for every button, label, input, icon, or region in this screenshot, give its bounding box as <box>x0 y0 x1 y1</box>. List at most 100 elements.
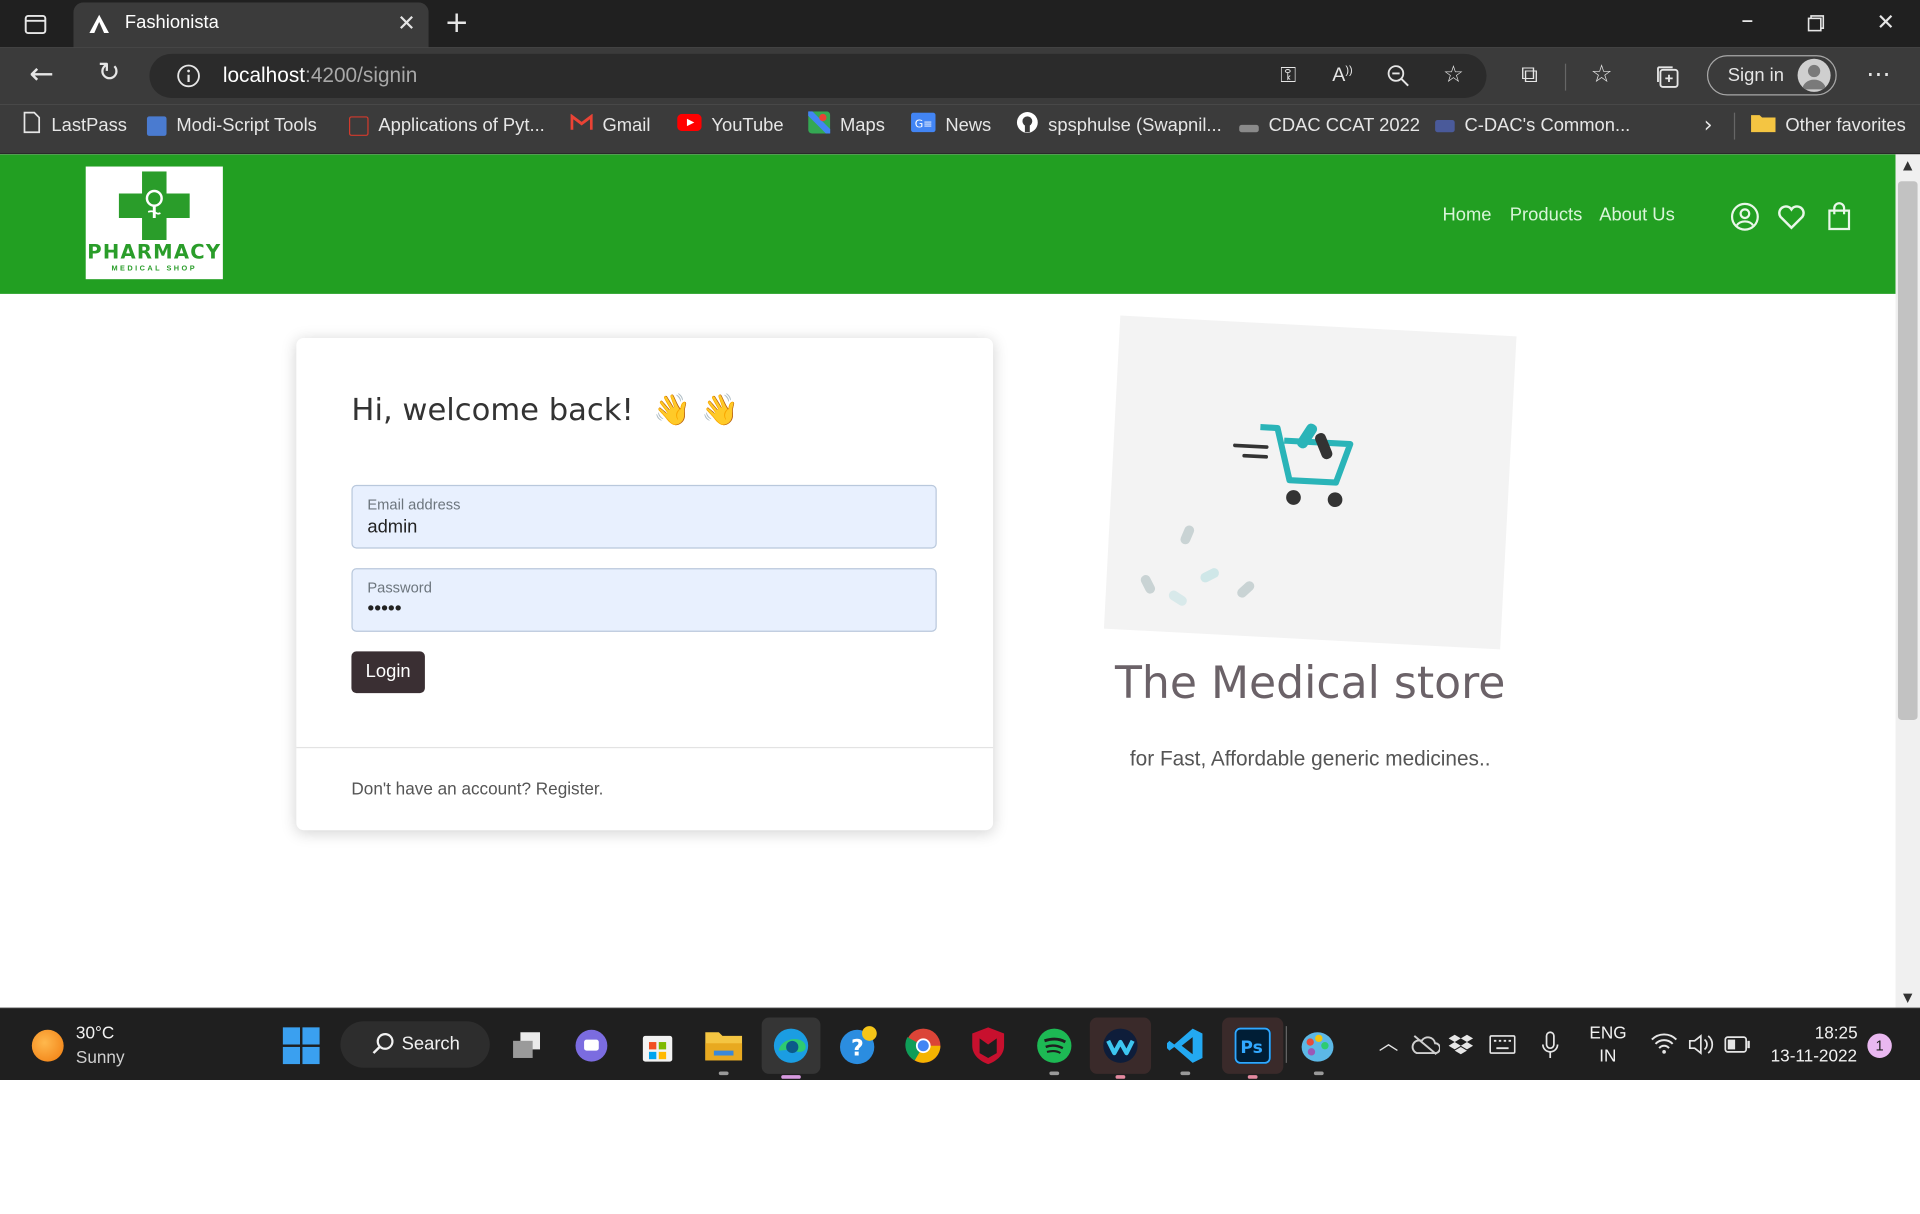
address-bar[interactable]: localhost:4200/signin ⚿ A)) ☆ <box>149 53 1487 98</box>
zoom-out-icon[interactable] <box>1386 64 1410 88</box>
favorite-maps[interactable]: Maps <box>806 108 885 140</box>
favorite-label: LastPass <box>51 115 127 136</box>
tab-title: Fashionista <box>124 12 219 34</box>
spotify-icon[interactable] <box>1030 1021 1079 1076</box>
new-tab-icon[interactable]: + <box>443 7 470 36</box>
tab-actions-icon[interactable] <box>23 12 47 40</box>
taskbar-divider <box>1285 1026 1287 1063</box>
shopping-cart-icon <box>1233 423 1354 508</box>
taskbar-search[interactable]: Search <box>340 1021 490 1068</box>
site-navbar: PHARMACY MEDICAL SHOP Home Products Abou… <box>0 154 1896 294</box>
close-window-icon[interactable]: ✕ <box>1873 10 1897 35</box>
edge-icon[interactable] <box>761 1017 821 1079</box>
pills-icon <box>1140 525 1255 606</box>
read-aloud-icon[interactable]: A)) <box>1332 64 1352 88</box>
refresh-icon[interactable]: ↻ <box>94 59 123 86</box>
toolbar-divider <box>1564 63 1567 91</box>
notification-badge[interactable]: 1 <box>1867 1033 1892 1058</box>
scroll-thumb[interactable] <box>1897 181 1918 721</box>
profile-sign-in-button[interactable]: Sign in <box>1706 55 1837 96</box>
scroll-up-icon[interactable]: ▲ <box>1900 154 1915 178</box>
task-view-icon[interactable] <box>502 1021 551 1070</box>
other-favorites-label: Other favorites <box>1785 115 1906 136</box>
weather-desc[interactable]: Sunny <box>76 1047 125 1067</box>
weather-temp[interactable]: 30°C <box>76 1022 114 1042</box>
favorites-divider <box>1733 112 1736 140</box>
chat-icon[interactable] <box>567 1021 616 1070</box>
site-info-icon[interactable] <box>176 64 200 88</box>
favorite-youtube[interactable]: YouTube <box>677 113 784 140</box>
card-divider <box>296 746 994 749</box>
favorite-gmail[interactable]: Gmail <box>570 113 651 140</box>
windows-start-icon[interactable] <box>282 1026 321 1065</box>
shopping-bag-icon[interactable] <box>1823 201 1855 233</box>
youtube-icon <box>677 113 702 140</box>
heart-icon[interactable] <box>1776 201 1808 233</box>
keyboard-icon[interactable] <box>1489 1035 1516 1055</box>
onedrive-icon[interactable] <box>1411 1033 1441 1056</box>
favorite-lastpass[interactable]: LastPass <box>22 111 127 140</box>
blank-area <box>0 1080 1920 1214</box>
favorite-applications-python[interactable]: Applications of Pyt... <box>348 113 545 140</box>
page-scrollbar[interactable]: ▲ ▼ <box>1895 154 1920 1008</box>
mcafee-icon[interactable] <box>964 1021 1013 1070</box>
close-tab-icon[interactable]: ✕ <box>394 12 418 36</box>
favorite-cdac-ccat[interactable]: CDAC CCAT 2022 <box>1239 113 1420 140</box>
microphone-icon[interactable] <box>1540 1031 1560 1060</box>
battery-icon[interactable] <box>1724 1036 1751 1053</box>
email-field[interactable]: Email address admin <box>351 484 937 549</box>
collections-icon[interactable] <box>1654 64 1681 91</box>
minimize-icon[interactable]: – <box>1734 7 1761 31</box>
promo-title: The Medical store <box>1115 658 1506 709</box>
waving-hand-icon: 👋 👋 <box>653 391 740 428</box>
chevron-up-icon[interactable]: ︿ <box>1376 1031 1400 1055</box>
favorites-icon[interactable]: ☆ <box>1587 61 1616 85</box>
language-eng[interactable]: ENG <box>1589 1022 1626 1042</box>
favorite-github[interactable]: spsphulse (Swapnil... <box>1016 111 1222 140</box>
help-icon[interactable]: ? <box>834 1021 883 1070</box>
active-indicator <box>781 1075 801 1079</box>
language-in[interactable]: IN <box>1599 1046 1616 1066</box>
browser-tab[interactable]: Fashionista ✕ <box>73 2 429 48</box>
dropbox-icon[interactable] <box>1448 1032 1474 1056</box>
chrome-icon[interactable] <box>899 1021 948 1070</box>
file-explorer-icon[interactable] <box>699 1021 748 1076</box>
extensions-icon[interactable]: ⧉ <box>1516 62 1543 86</box>
photoshop-icon[interactable]: Ps <box>1222 1017 1284 1079</box>
logo-text: PHARMACY <box>87 240 222 264</box>
favorite-label: News <box>945 115 992 136</box>
chevron-right-icon[interactable]: › <box>1697 113 1719 138</box>
clock-time[interactable]: 18:25 <box>1815 1022 1858 1042</box>
favorite-news[interactable]: G≡ News <box>911 112 992 140</box>
favorite-label: Gmail <box>602 115 651 136</box>
add-favorite-icon[interactable]: ☆ <box>1440 62 1467 86</box>
favorite-cdac-common[interactable]: C-DAC's Common... <box>1435 113 1630 140</box>
wifi-icon[interactable] <box>1651 1032 1678 1054</box>
volume-icon[interactable] <box>1687 1032 1714 1056</box>
webex-icon[interactable] <box>1089 1017 1152 1079</box>
password-field[interactable]: Password ••••• <box>351 568 937 632</box>
active-indicator <box>1115 1075 1126 1079</box>
vscode-icon[interactable] <box>1161 1021 1210 1076</box>
clock-date[interactable]: 13-11-2022 <box>1771 1046 1857 1066</box>
favorite-modi-script[interactable]: Modi-Script Tools <box>146 113 317 140</box>
paint-icon[interactable] <box>1294 1021 1343 1076</box>
login-button[interactable]: Login <box>351 651 425 694</box>
more-menu-icon[interactable]: ⋯ <box>1864 61 1893 85</box>
microsoft-store-icon[interactable] <box>633 1021 682 1070</box>
restore-icon[interactable] <box>1807 15 1825 32</box>
search-icon <box>372 1032 394 1054</box>
url-text[interactable]: localhost:4200/signin <box>223 64 417 88</box>
register-link[interactable]: Don't have an account? Register. <box>351 779 603 799</box>
active-indicator <box>1247 1075 1258 1079</box>
nav-about-link[interactable]: About Us <box>1599 203 1675 227</box>
nav-products-link[interactable]: Products <box>1510 203 1582 227</box>
pharmacy-logo[interactable]: PHARMACY MEDICAL SHOP <box>85 166 223 280</box>
other-favorites[interactable]: Other favorites <box>1751 113 1906 140</box>
login-card: Hi, welcome back! 👋 👋 Email address admi… <box>296 337 994 831</box>
news-icon: G≡ <box>911 112 936 140</box>
password-key-icon[interactable]: ⚿ <box>1276 64 1300 88</box>
back-icon[interactable]: ← <box>27 59 56 88</box>
nav-home-link[interactable]: Home <box>1442 203 1491 227</box>
user-icon[interactable] <box>1729 201 1761 233</box>
